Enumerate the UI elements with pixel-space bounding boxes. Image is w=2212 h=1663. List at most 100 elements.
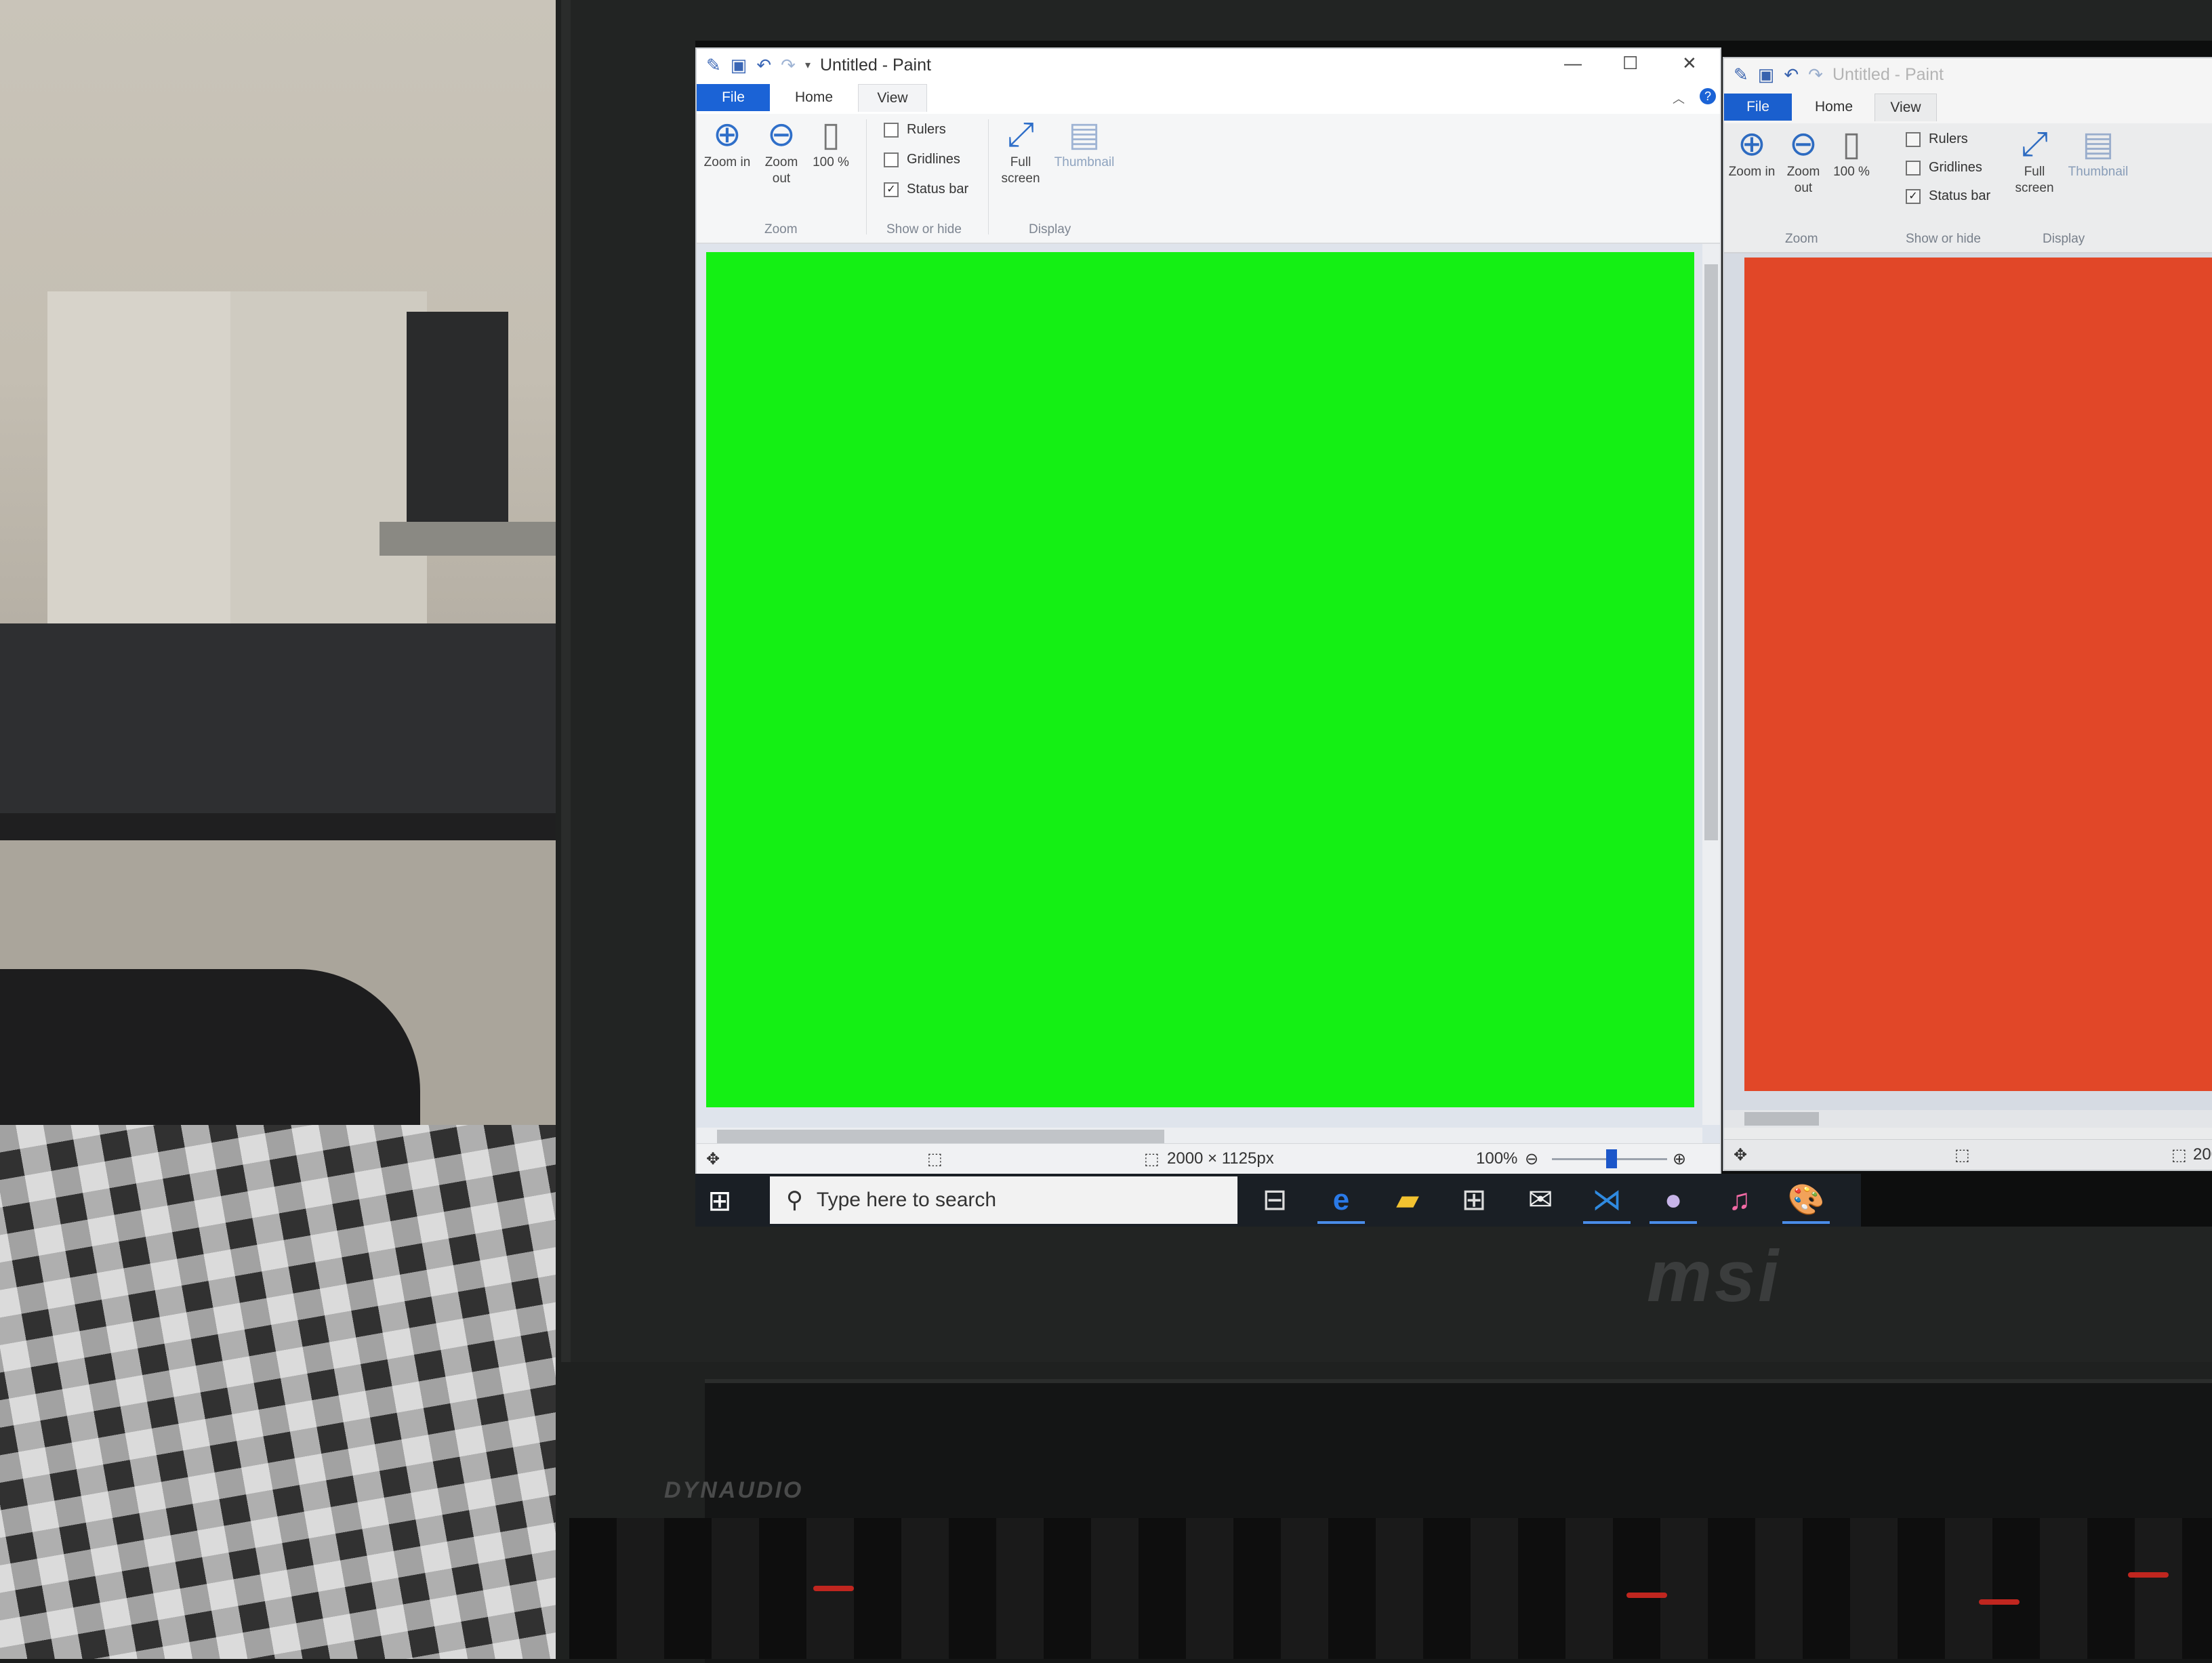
- task-view-icon[interactable]: ⊟: [1251, 1179, 1298, 1221]
- countertop: [0, 813, 562, 840]
- thumbnail-button[interactable]: ▤ Thumbnail: [2063, 123, 2133, 180]
- window-title: Untitled - Paint: [1832, 64, 1944, 84]
- rulers-checkbox[interactable]: Rulers: [884, 122, 946, 138]
- windows-start-icon[interactable]: ⊞: [701, 1183, 739, 1218]
- group-divider: [866, 119, 867, 234]
- file-explorer-icon[interactable]: ▰: [1384, 1179, 1431, 1221]
- zoom-in-button[interactable]: ⊕ Zoom in: [1728, 123, 1776, 180]
- zoom-in-icon: ⊕: [713, 115, 741, 153]
- group-label-display: Display: [2043, 232, 2085, 246]
- kitchen-cabinet: [230, 291, 427, 630]
- tab-view[interactable]: View: [1875, 94, 1937, 121]
- mail-icon[interactable]: ✉: [1517, 1179, 1564, 1221]
- ribbon-tabs: File Home View ︿ ?: [697, 81, 1720, 114]
- undo-icon[interactable]: ↶: [756, 55, 771, 76]
- ribbon-view: ⊕ Zoom in ⊖ Zoom out ▯ 100 % Zoom Rulers…: [697, 114, 1720, 244]
- zoom-out-button[interactable]: ⊖ Zoom out: [1778, 123, 1828, 197]
- canvas-dimensions: 2000 × 1125px: [1167, 1149, 1274, 1168]
- canvas-dimensions: 200: [2193, 1145, 2212, 1164]
- canvas-workspace: [1724, 253, 2212, 1128]
- checkbox-icon: [884, 152, 899, 167]
- selection-size-icon: ⬚: [1954, 1146, 1970, 1164]
- key-backlight: [1979, 1599, 2020, 1605]
- paint-app-icon: ✎: [1734, 64, 1748, 85]
- zoom-out-button[interactable]: ⊖ Zoom out: [756, 114, 806, 187]
- kitchen-cabinet: [47, 291, 232, 630]
- redo-icon[interactable]: ↷: [1808, 64, 1823, 85]
- status-bar: ✥ ⬚ ⬚ 200: [1724, 1139, 2212, 1170]
- gridlines-checkbox[interactable]: Gridlines: [884, 152, 960, 167]
- paint-app-icon: ✎: [706, 54, 721, 75]
- redo-icon[interactable]: ↷: [781, 55, 796, 76]
- save-icon[interactable]: ▣: [1758, 64, 1775, 85]
- search-icon: ⚲: [786, 1187, 803, 1213]
- cursor-position-icon: ✥: [706, 1150, 720, 1168]
- help-icon[interactable]: ?: [1700, 88, 1716, 104]
- scroll-thumb[interactable]: [1744, 1112, 1819, 1126]
- full-screen-button[interactable]: ⤢ Full screen: [2009, 123, 2060, 197]
- checkered-tablecloth: [0, 1125, 562, 1659]
- horizontal-scrollbar[interactable]: [1724, 1110, 2212, 1128]
- quick-access-toolbar: ✎ ▣ ↶ ↷: [1734, 64, 1823, 85]
- search-placeholder: Type here to search: [816, 1189, 997, 1211]
- scroll-thumb[interactable]: [717, 1130, 1164, 1143]
- undo-icon[interactable]: ↶: [1784, 64, 1799, 85]
- zoom-in-button[interactable]: ⊕ Zoom in: [703, 114, 751, 171]
- close-icon[interactable]: ✕: [1682, 53, 1697, 74]
- statusbar-checkbox[interactable]: ✓ Status bar: [884, 182, 968, 197]
- edge-icon[interactable]: e: [1317, 1179, 1365, 1224]
- gridlines-checkbox[interactable]: Gridlines: [1906, 160, 1982, 176]
- full-screen-icon: ⤢: [2021, 125, 2048, 163]
- range-hood-lip: [380, 522, 562, 556]
- zoom-out-icon: ⊖: [1789, 125, 1818, 163]
- tab-home[interactable]: Home: [1800, 94, 1868, 121]
- zoom-slider-thumb[interactable]: [1606, 1149, 1617, 1168]
- github-icon[interactable]: ●: [1650, 1179, 1697, 1224]
- zoom-in-small-icon[interactable]: ⊕: [1673, 1149, 1686, 1169]
- checkbox-icon: [884, 122, 899, 138]
- collapse-ribbon-icon[interactable]: ︿: [1673, 89, 1685, 107]
- zoom-100-button[interactable]: ▯ 100 %: [1831, 123, 1872, 180]
- search-box[interactable]: ⚲ Type here to search: [770, 1176, 1237, 1224]
- group-label-zoom: Zoom: [1785, 232, 1818, 246]
- brand-logo: msi: [1647, 1235, 1782, 1317]
- canvas-size-icon: ⬚: [2171, 1146, 2187, 1164]
- store-icon[interactable]: ⊞: [1450, 1179, 1498, 1221]
- drawing-canvas[interactable]: [706, 252, 1694, 1107]
- laptop-screen: ✎ ▣ ↶ ↷ ▾ Untitled - Paint — ☐ ✕ File Ho…: [695, 41, 2212, 1227]
- key-backlight: [813, 1586, 854, 1591]
- tab-view[interactable]: View: [858, 84, 927, 112]
- rulers-checkbox[interactable]: Rulers: [1906, 131, 1968, 147]
- tab-home[interactable]: Home: [777, 84, 851, 111]
- speaker-logo: DYNAUDIO: [664, 1477, 804, 1503]
- vertical-scrollbar[interactable]: [1702, 244, 1720, 1125]
- statusbar-checkbox[interactable]: ✓ Status bar: [1906, 188, 1990, 204]
- page-icon: ▯: [1842, 125, 1861, 163]
- tab-file[interactable]: File: [697, 84, 770, 111]
- zoom-100-button[interactable]: ▯ 100 %: [811, 114, 851, 171]
- scroll-thumb[interactable]: [1704, 264, 1718, 840]
- canvas-workspace: [697, 244, 1720, 1145]
- group-label-zoom: Zoom: [764, 222, 798, 237]
- save-icon[interactable]: ▣: [731, 55, 747, 76]
- group-divider: [988, 119, 989, 234]
- minimize-icon[interactable]: —: [1564, 53, 1582, 74]
- tab-file[interactable]: File: [1724, 94, 1792, 121]
- ribbon-tabs: File Home View: [1724, 91, 2212, 123]
- thumbnail-button[interactable]: ▤ Thumbnail: [1049, 114, 1120, 171]
- itunes-icon[interactable]: ♫: [1716, 1179, 1763, 1221]
- canvas-size-icon: ⬚: [1144, 1150, 1160, 1168]
- vscode-icon[interactable]: ⋊: [1583, 1179, 1631, 1224]
- zoom-out-small-icon[interactable]: ⊖: [1525, 1149, 1538, 1169]
- paint-window-main: ✎ ▣ ↶ ↷ ▾ Untitled - Paint — ☐ ✕ File Ho…: [695, 47, 1721, 1175]
- paint-icon[interactable]: 🎨: [1782, 1179, 1830, 1224]
- full-screen-button[interactable]: ⤢ Full screen: [995, 114, 1046, 187]
- zoom-in-icon: ⊕: [1738, 125, 1766, 163]
- maximize-icon[interactable]: ☐: [1622, 53, 1638, 74]
- drawing-canvas[interactable]: [1744, 258, 2212, 1091]
- key-backlight: [2128, 1572, 2169, 1578]
- key-backlight: [1626, 1593, 1667, 1598]
- window-title: Untitled - Paint: [820, 55, 931, 75]
- checkbox-icon: [1906, 131, 1921, 147]
- customize-qa-icon[interactable]: ▾: [805, 58, 811, 72]
